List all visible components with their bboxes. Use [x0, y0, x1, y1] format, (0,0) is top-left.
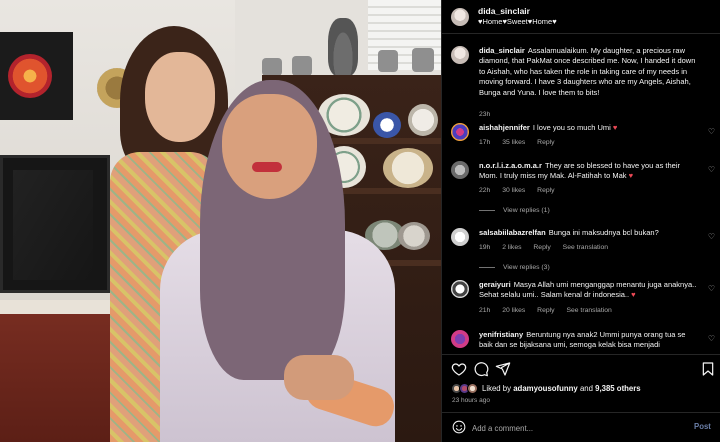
bookmark-icon[interactable] [700, 361, 716, 377]
reply-button[interactable]: Reply [533, 244, 550, 251]
wall-art [0, 32, 73, 120]
post-button[interactable]: Post [694, 422, 711, 431]
liked-by-others[interactable]: 9,385 others [595, 384, 641, 393]
display-plate [398, 222, 430, 250]
share-icon[interactable] [495, 361, 511, 377]
add-comment-bar: Post [442, 412, 720, 442]
post-time: 23 hours ago [452, 397, 490, 404]
display-plate [408, 104, 438, 136]
heart-icon[interactable]: ♡ [707, 127, 716, 136]
post-photo[interactable] [0, 0, 441, 442]
comment-username[interactable]: n.o.r.l.i.z.a.o.m.a.r [479, 161, 542, 170]
comment-text: Bunga ini maksudnya bcl bukan? [548, 228, 659, 237]
avatar[interactable] [451, 330, 469, 348]
heart-icon[interactable]: ♡ [707, 334, 716, 343]
see-translation-button[interactable]: See translation [563, 244, 608, 251]
woman-right [160, 80, 399, 442]
avatar[interactable] [451, 280, 469, 298]
comment-likes[interactable]: 35 likes [502, 139, 525, 146]
tankard [262, 58, 282, 76]
comment-time: 21h [479, 307, 491, 314]
comment-likes[interactable]: 30 likes [502, 187, 525, 194]
vase [328, 18, 358, 76]
side-cabinet [0, 300, 112, 442]
reply-button[interactable]: Reply [537, 187, 554, 194]
comment-username[interactable]: geraiyuri [479, 280, 511, 289]
tankard [378, 50, 398, 72]
comment-time: 19h [479, 244, 491, 251]
tankard [412, 48, 434, 72]
post-username[interactable]: dida_sinclair [478, 6, 530, 16]
emoji-icon[interactable] [452, 420, 466, 434]
comment-likes[interactable]: 2 likes [502, 244, 521, 251]
clasped-hands [284, 355, 354, 400]
caption-time: 23h [479, 111, 491, 118]
avatar[interactable] [451, 123, 469, 141]
comments-panel: dida_sinclair ♥Home♥Sweet♥Home♥ dida_sin… [441, 0, 720, 442]
television [0, 155, 110, 293]
view-replies-button[interactable]: View replies (3) [479, 264, 550, 271]
comment-list[interactable]: dida_sinclair Assalamualaikum. My daughte… [442, 36, 720, 354]
avatar[interactable] [451, 161, 469, 179]
tankard [292, 56, 312, 76]
comment-username[interactable]: salsabiilabazrelfan [479, 228, 546, 237]
comment-username[interactable]: aishahjennifer [479, 123, 530, 132]
heart-icon[interactable]: ♡ [707, 165, 716, 174]
see-translation-button[interactable]: See translation [566, 307, 611, 314]
comment-text: Masya Allah umi menganggap menantu juga … [479, 280, 697, 300]
post-header: dida_sinclair ♥Home♥Sweet♥Home♥ [442, 0, 720, 34]
avatar[interactable] [451, 8, 469, 26]
comment-text: I love you so much Umi ♥ [532, 123, 618, 132]
view-replies-button[interactable]: View replies (1) [479, 207, 550, 214]
avatar [467, 383, 478, 394]
caption-username[interactable]: dida_sinclair [479, 46, 525, 55]
heart-icon[interactable]: ♡ [707, 232, 716, 241]
post-subtitle: ♥Home♥Sweet♥Home♥ [478, 17, 557, 26]
comment-icon[interactable] [473, 361, 489, 377]
comment-username[interactable]: yenifristiany [479, 330, 523, 339]
liked-by-user[interactable]: adamyousofunny [513, 384, 578, 393]
comment-time: 17h [479, 139, 491, 146]
comment-time: 22h [479, 187, 491, 194]
comment-input[interactable] [472, 422, 672, 434]
avatar[interactable] [451, 228, 469, 246]
reply-button[interactable]: Reply [537, 307, 554, 314]
liked-by-text: Liked by adamyousofunny and 9,385 others [482, 384, 641, 393]
comment-likes[interactable]: 20 likes [502, 307, 525, 314]
action-bar: Liked by adamyousofunny and 9,385 others… [442, 354, 720, 412]
reply-button[interactable]: Reply [537, 139, 554, 146]
like-heart-icon[interactable] [451, 361, 467, 377]
heart-icon[interactable]: ♡ [707, 284, 716, 293]
avatar[interactable] [451, 46, 469, 64]
